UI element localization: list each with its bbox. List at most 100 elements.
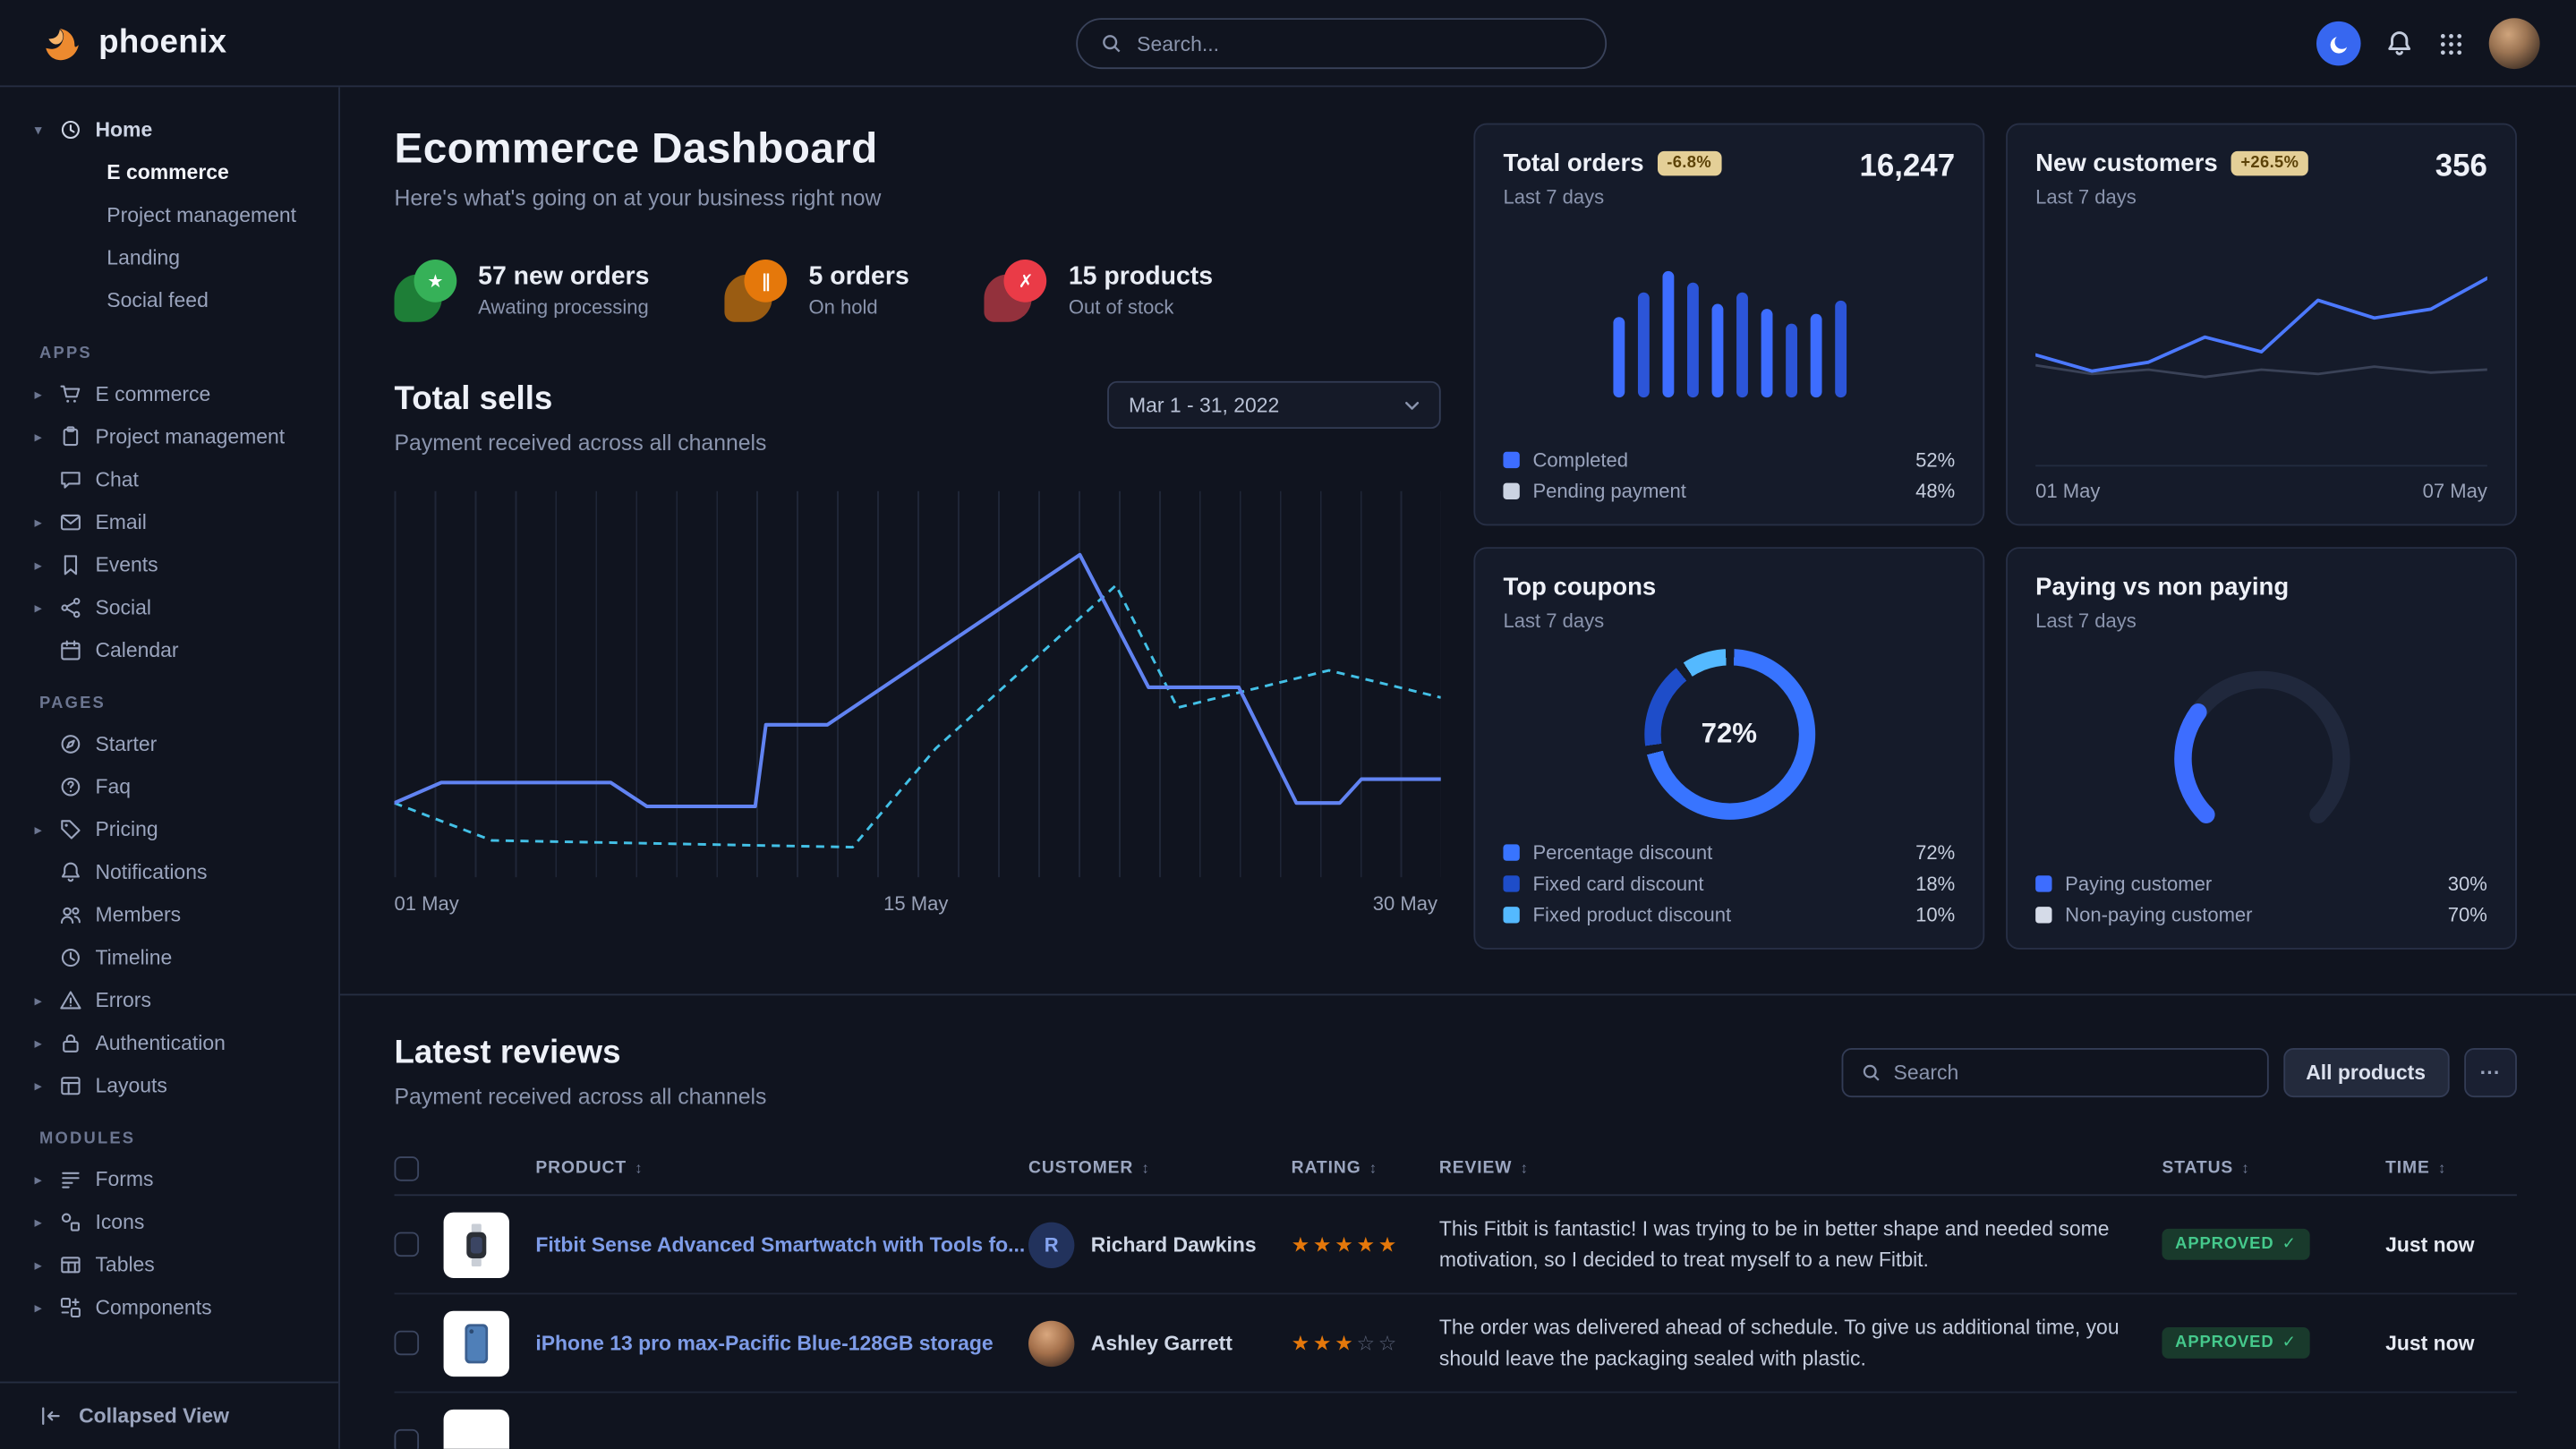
sidebar-item-social-feed[interactable]: Social feed <box>0 279 338 322</box>
sidebar-item-pricing[interactable]: ▸ Pricing <box>0 808 338 851</box>
table-header: PRODUCT↕ CUSTOMER↕ RATING↕ REVIEW↕ STATU… <box>395 1142 2517 1197</box>
page-title: Ecommerce Dashboard <box>395 124 1441 175</box>
navbar-actions <box>2316 0 2540 87</box>
bar <box>1810 313 1821 398</box>
total-sells-chart <box>395 491 1441 877</box>
page-subtitle: Here's what's going on at your business … <box>395 185 1441 210</box>
sidebar-item-calendar[interactable]: Calendar <box>0 629 338 672</box>
search-icon <box>1101 33 1122 55</box>
sidebar-item-chat[interactable]: Chat <box>0 458 338 501</box>
star-filled-icon: ★ <box>1313 1333 1335 1356</box>
theme-toggle-button[interactable] <box>2316 21 2361 66</box>
user-avatar[interactable] <box>2489 18 2540 69</box>
sidebar-item-ecommerce[interactable]: E commerce <box>0 151 338 194</box>
card-title: Total orders <box>1503 149 1643 177</box>
sidebar-item-home[interactable]: ▾ Home <box>0 108 338 151</box>
select-all-checkbox[interactable] <box>395 1155 420 1181</box>
latest-reviews-section: Latest reviews Payment received across a… <box>395 1035 2517 1449</box>
column-header-customer[interactable]: CUSTOMER↕ <box>1028 1158 1292 1178</box>
product-link[interactable]: iPhone 13 pro max-Pacific Blue-128GB sto… <box>535 1332 1028 1355</box>
sidebar-item-forms[interactable]: ▸ Forms <box>0 1158 338 1201</box>
row-checkbox[interactable] <box>395 1331 420 1356</box>
moon-icon <box>2327 32 2350 55</box>
lock-icon <box>59 1032 95 1055</box>
sidebar-item-icons[interactable]: ▸ Icons <box>0 1201 338 1244</box>
sidebar-item-tables[interactable]: ▸ Tables <box>0 1243 338 1286</box>
column-header-rating[interactable]: RATING↕ <box>1292 1158 1439 1178</box>
star-filled-icon: ★ <box>1313 1233 1335 1257</box>
sidebar-section-pages: PAGES <box>39 695 338 712</box>
sidebar-item-social[interactable]: ▸ Social <box>0 586 338 629</box>
column-header-review[interactable]: REVIEW↕ <box>1439 1158 2162 1178</box>
bar <box>1662 270 1674 397</box>
notifications-button[interactable] <box>2385 30 2413 57</box>
bar <box>1686 283 1698 398</box>
caret-right-icon: ▸ <box>35 599 60 617</box>
reviews-search[interactable] <box>1841 1047 2268 1096</box>
sidebar-item-notifications[interactable]: Notifications <box>0 851 338 894</box>
product-image <box>444 1409 509 1449</box>
reviews-subtitle: Payment received across all channels <box>395 1084 767 1109</box>
bell-icon <box>59 861 95 884</box>
date-range-select[interactable]: Mar 1 - 31, 2022 <box>1107 381 1441 429</box>
chat-icon <box>59 468 95 491</box>
new-customers-chart <box>2035 209 2487 465</box>
sidebar-item-components[interactable]: ▸ Components <box>0 1286 338 1329</box>
sidebar-nav: ▾ Home E commerce Project management Lan… <box>0 87 338 1381</box>
sidebar-item-timeline[interactable]: Timeline <box>0 936 338 979</box>
stat-orders-on-hold: ∥ 5 orders On hold <box>725 260 909 322</box>
sidebar-item-layouts[interactable]: ▸ Layouts <box>0 1064 338 1107</box>
column-header-status[interactable]: STATUS↕ <box>2162 1158 2385 1178</box>
sidebar-item-faq[interactable]: Faq <box>0 765 338 808</box>
sidebar-item-project-management[interactable]: Project management <box>0 194 338 237</box>
navbar-search[interactable] <box>1076 18 1607 69</box>
sidebar-item-authentication[interactable]: ▸ Authentication <box>0 1022 338 1065</box>
sidebar-item-members[interactable]: Members <box>0 893 338 936</box>
top-coupons-card: Top coupons Last 7 days 72% Percentage d… <box>1473 547 1984 950</box>
sidebar-item-project-management-app[interactable]: ▸ Project management <box>0 415 338 458</box>
total-orders-value: 16,247 <box>1860 149 1956 185</box>
column-header-product[interactable]: PRODUCT↕ <box>535 1158 1028 1178</box>
orders-bar-chart <box>1613 228 1847 397</box>
star-filled-icon: ★ <box>1335 1333 1356 1356</box>
bar <box>1834 301 1846 397</box>
sidebar-item-landing[interactable]: Landing <box>0 236 338 279</box>
top-navbar: phoenix <box>0 0 2576 87</box>
sidebar-item-email[interactable]: ▸ Email <box>0 501 338 544</box>
star-empty-icon: ☆ <box>1356 1333 1378 1356</box>
apps-grid-button[interactable] <box>2438 30 2464 56</box>
sort-icon: ↕ <box>1521 1160 1529 1176</box>
all-products-button[interactable]: All products <box>2283 1047 2449 1096</box>
star-filled-icon: ★ <box>1292 1333 1313 1356</box>
more-options-button[interactable]: ··· <box>2463 1047 2517 1096</box>
row-checkbox[interactable] <box>395 1232 420 1257</box>
iphone-image <box>464 1322 490 1365</box>
collapsed-view-toggle[interactable]: Collapsed View <box>0 1382 338 1449</box>
sidebar-item-starter[interactable]: Starter <box>0 723 338 766</box>
check-icon: ✓ <box>2282 1334 2297 1351</box>
bookmark-icon <box>59 554 95 577</box>
rating-stars: ★★★☆☆ <box>1292 1331 1439 1356</box>
customer-cell: Ashley Garrett <box>1028 1320 1292 1366</box>
brand-name: phoenix <box>98 24 226 62</box>
row-checkbox[interactable] <box>395 1429 420 1449</box>
total-orders-card: Total orders -6.8% Last 7 days 16,247 Co… <box>1473 124 1984 526</box>
caret-right-icon: ▸ <box>35 1299 60 1317</box>
sidebar-item-events[interactable]: ▸ Events <box>0 544 338 587</box>
card-title: New customers <box>2035 149 2218 177</box>
star-filled-icon: ★ <box>1335 1233 1356 1257</box>
column-header-time[interactable]: TIME↕ <box>2385 1158 2517 1178</box>
navbar-search-input[interactable] <box>1137 32 1582 55</box>
star-icon: ★ <box>395 260 457 322</box>
phoenix-logo-icon <box>39 21 84 65</box>
reviews-search-input[interactable] <box>1894 1061 2248 1084</box>
rating-stars: ★★★★★ <box>1292 1232 1439 1257</box>
users-icon <box>59 904 95 927</box>
sidebar-item-ecommerce-app[interactable]: ▸ E commerce <box>0 373 338 416</box>
cart-icon <box>59 383 95 406</box>
star-filled-icon: ★ <box>1356 1233 1378 1257</box>
brand[interactable]: phoenix <box>39 21 226 65</box>
sidebar-section-apps: APPS <box>39 345 338 362</box>
sidebar-item-errors[interactable]: ▸ Errors <box>0 979 338 1022</box>
product-link[interactable]: Fitbit Sense Advanced Smartwatch with To… <box>535 1233 1028 1257</box>
